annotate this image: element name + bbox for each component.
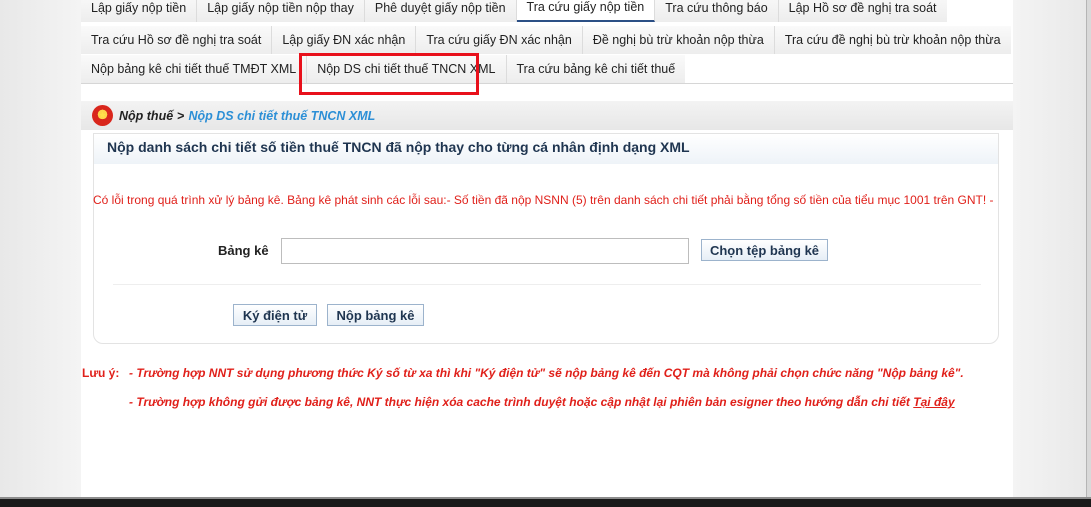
tab-lap-ho-so-de-nghi-tra-soat[interactable]: Lập Hồ sơ đề nghị tra soát	[778, 0, 947, 22]
choose-file-button[interactable]: Chọn tệp bảng kê	[701, 239, 828, 261]
sign-button[interactable]: Ký điện tử	[233, 304, 317, 326]
breadcrumb: ★ Nộp thuế > Nộp DS chi tiết thuế TNCN X…	[81, 101, 1013, 130]
page-background: Lập giấy nộp tiền Lập giấy nộp tiền nộp …	[0, 0, 1091, 507]
breadcrumb-current: Nộp DS chi tiết thuế TNCN XML	[188, 108, 376, 123]
tab-tra-cuu-giay-nop-tien[interactable]: Tra cứu giấy nộp tiền	[516, 0, 656, 22]
tab-tra-cuu-ho-so-tra-soat[interactable]: Tra cứu Hồ sơ đề nghị tra soát	[81, 26, 273, 54]
national-emblem-icon: ★	[92, 105, 113, 126]
tab-nop-bang-ke-tmdt-xml[interactable]: Nộp bảng kê chi tiết thuế TMĐT XML	[81, 55, 308, 83]
error-message: Có lỗi trong quá trình xử lý bảng kê. Bả…	[93, 193, 994, 207]
tab-nop-ds-tncn-xml[interactable]: Nộp DS chi tiết thuế TNCN XML	[307, 55, 507, 83]
bang-ke-label: Bảng kê	[218, 243, 269, 258]
tabs-divider	[81, 83, 1013, 84]
panel-title: Nộp danh sách chi tiết số tiền thuế TNCN…	[107, 139, 690, 155]
window-right-edge	[1086, 0, 1091, 497]
tab-de-nghi-bu-tru[interactable]: Đề nghị bù trừ khoản nộp thừa	[582, 26, 775, 54]
tab-tra-cuu-thong-bao[interactable]: Tra cứu thông báo	[655, 0, 779, 22]
tai-day-link[interactable]: Tại đây	[913, 395, 954, 409]
tab-tra-cuu-giay-dn-xac-nhan[interactable]: Tra cứu giấy ĐN xác nhận	[416, 26, 583, 54]
bottom-bar	[0, 497, 1091, 507]
tab-lap-giay-dn-xac-nhan[interactable]: Lập giấy ĐN xác nhận	[272, 26, 417, 54]
tab-tra-cuu-bang-ke[interactable]: Tra cứu bảng kê chi tiết thuế	[506, 55, 686, 83]
note-line-2-text: - Trường hợp không gửi được bảng kê, NNT…	[129, 395, 910, 409]
note-line-2: - Trường hợp không gửi được bảng kê, NNT…	[129, 395, 955, 409]
submit-button[interactable]: Nộp bảng kê	[327, 304, 424, 326]
tab-phe-duyet-giay-nop-tien[interactable]: Phê duyệt giấy nộp tiền	[364, 0, 517, 22]
panel-header: Nộp danh sách chi tiết số tiền thuế TNCN…	[94, 134, 998, 164]
note-line-1: - Trường hợp NNT sử dụng phương thức Ký …	[129, 366, 964, 380]
breadcrumb-separator: >	[177, 108, 185, 123]
tab-lap-giay-nop-tien-nop-thay[interactable]: Lập giấy nộp tiền nộp thay	[197, 0, 365, 22]
tab-lap-giay-nop-tien[interactable]: Lập giấy nộp tiền	[81, 0, 198, 22]
tab-row-3: Nộp bảng kê chi tiết thuế TMĐT XML Nộp D…	[81, 55, 686, 83]
tab-row-1: Lập giấy nộp tiền Lập giấy nộp tiền nộp …	[81, 0, 947, 22]
tab-tra-cuu-de-nghi-bu-tru[interactable]: Tra cứu đề nghị bù trừ khoản nộp thừa	[774, 26, 1011, 54]
tab-row-2: Tra cứu Hồ sơ đề nghị tra soát Lập giấy …	[81, 26, 1011, 54]
bang-ke-file-input[interactable]	[281, 238, 689, 264]
breadcrumb-root[interactable]: Nộp thuế	[119, 109, 173, 123]
form-divider	[113, 284, 981, 285]
note-label: Lưu ý:	[82, 366, 120, 380]
